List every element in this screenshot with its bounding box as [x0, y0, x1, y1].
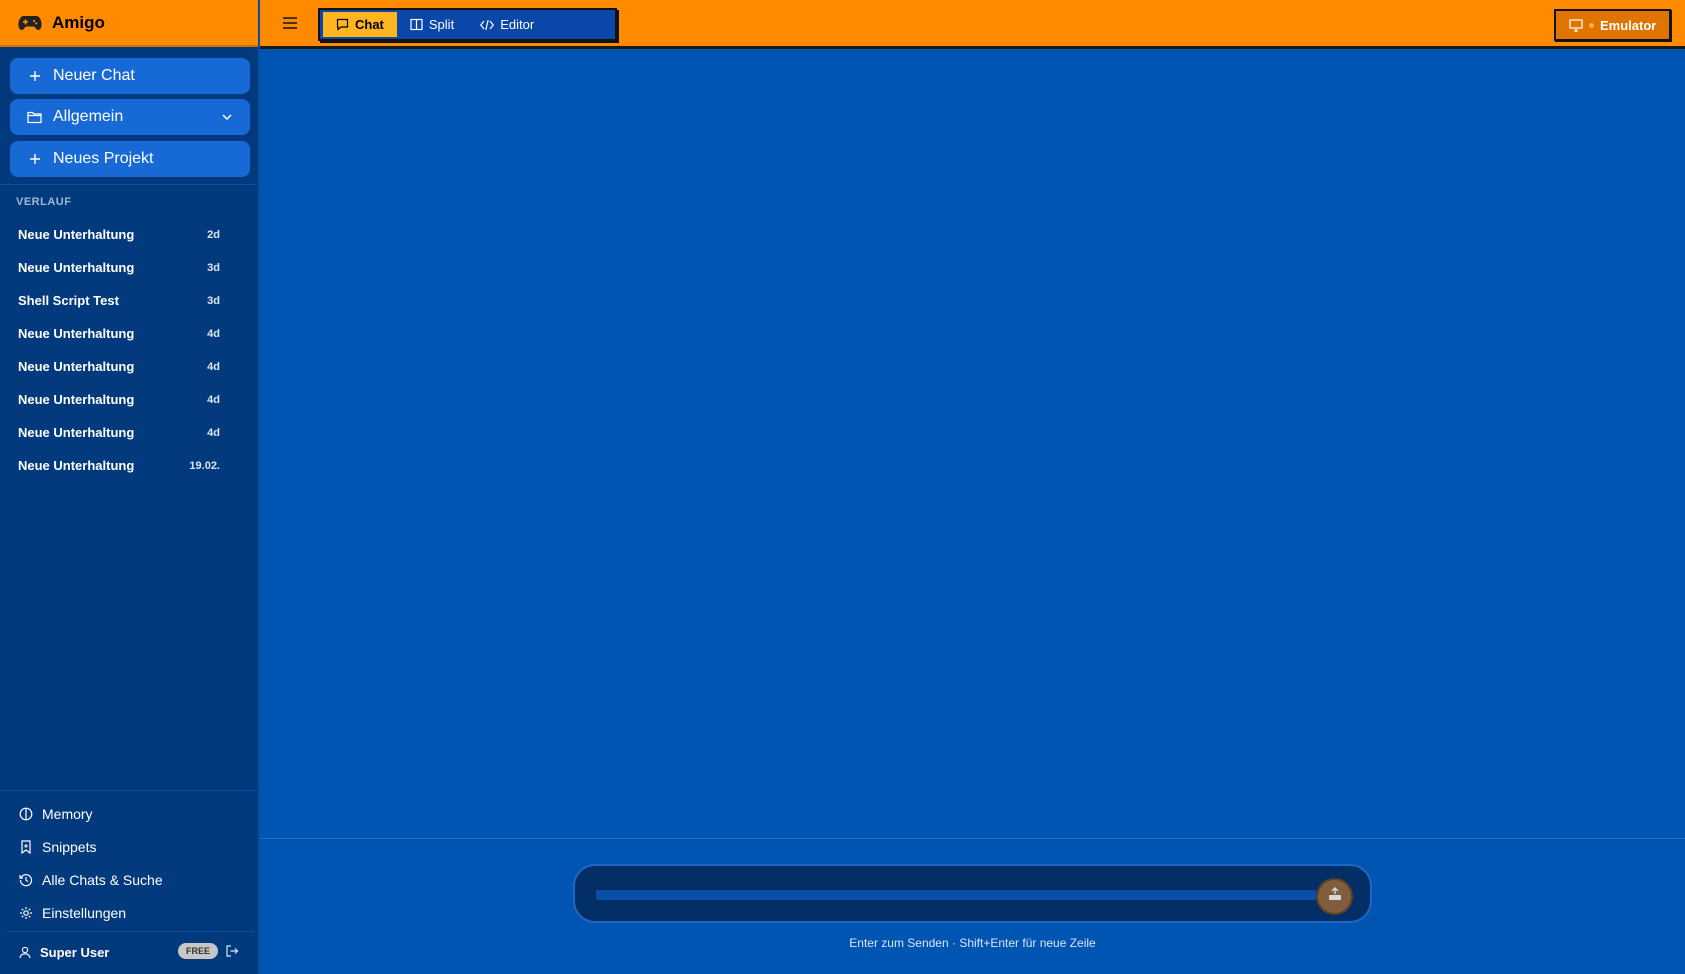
- history-item[interactable]: Shell Script Test 3d: [0, 284, 259, 317]
- history-item[interactable]: Neue Unterhaltung 4d: [0, 416, 259, 449]
- nav-memory-label: Memory: [42, 805, 93, 822]
- tab-chat[interactable]: Chat: [323, 12, 397, 37]
- tab-editor-label: Editor: [500, 17, 535, 32]
- user-name: Super User: [40, 944, 110, 960]
- user-icon: [19, 946, 31, 959]
- app-title: Amigo: [52, 12, 105, 32]
- new-project-button[interactable]: Neues Projekt: [10, 141, 250, 177]
- nav-memory[interactable]: Memory: [0, 797, 259, 830]
- divider: [0, 790, 259, 791]
- view-mode-switch: Chat Split Editor: [318, 8, 617, 41]
- status-dot: [1589, 22, 1594, 28]
- tab-chat-label: Chat: [355, 17, 384, 32]
- hamburger-menu-icon[interactable]: [282, 16, 298, 30]
- send-icon: [1327, 887, 1343, 906]
- chevron-down-icon: [221, 110, 233, 128]
- plus-icon: [27, 70, 43, 82]
- emulator-button[interactable]: Emulator: [1554, 9, 1671, 41]
- emulator-label: Emulator: [1600, 17, 1657, 33]
- history-item[interactable]: Neue Unterhaltung 4d: [0, 383, 259, 416]
- brand-header[interactable]: Amigo: [0, 0, 258, 47]
- tab-split-label: Split: [428, 17, 455, 32]
- history-item-time: 4d: [207, 426, 220, 439]
- history-item-title: Neue Unterhaltung: [18, 359, 135, 374]
- gamepad-icon: [18, 13, 42, 33]
- history-item[interactable]: Neue Unterhaltung 4d: [0, 317, 259, 350]
- divider: [6, 931, 254, 932]
- chat-bubble-icon: [336, 18, 349, 31]
- bookmark-icon: [19, 839, 33, 854]
- memory-icon: [19, 807, 33, 821]
- new-chat-label: Neuer Chat: [53, 67, 135, 84]
- history-item-title: Shell Script Test: [18, 293, 119, 308]
- history-item[interactable]: Neue Unterhaltung 19.02.: [0, 449, 259, 482]
- history-item-time: 2d: [207, 228, 220, 241]
- split-view-icon: [410, 18, 423, 31]
- history-item[interactable]: Neue Unterhaltung 2d: [0, 218, 259, 251]
- message-composer: [573, 864, 1372, 923]
- tab-editor[interactable]: Editor: [467, 12, 547, 37]
- new-project-label: Neues Projekt: [53, 150, 154, 167]
- nav-snippets-label: Snippets: [42, 838, 97, 855]
- history-item-title: Neue Unterhaltung: [18, 326, 135, 341]
- history-item-time: 3d: [207, 294, 220, 307]
- history-item-title: Neue Unterhaltung: [18, 458, 135, 473]
- bottom-nav: Memory Snippets Alle Chats & Suche Einst…: [0, 797, 259, 929]
- nav-snippets[interactable]: Snippets: [0, 830, 259, 863]
- history-item-title: Neue Unterhaltung: [18, 392, 135, 407]
- history-list: Neue Unterhaltung 2d Neue Unterhaltung 3d …: [0, 218, 259, 482]
- composer-hint: Enter zum Senden · Shift+Enter für neue …: [849, 936, 1096, 950]
- nav-all-chats[interactable]: Alle Chats & Suche: [0, 863, 259, 896]
- monitor-icon: [1569, 18, 1583, 32]
- top-bar: Chat Split Editor Emulator: [260, 0, 1685, 49]
- logout-icon[interactable]: [225, 944, 239, 958]
- history-label: VERLAUF: [16, 196, 72, 208]
- chat-area: [260, 49, 1685, 839]
- history-item-time: 4d: [207, 360, 220, 373]
- new-chat-button[interactable]: Neuer Chat: [10, 58, 250, 94]
- message-input[interactable]: [596, 890, 1316, 900]
- folder-icon: [27, 110, 43, 124]
- history-item-title: Neue Unterhaltung: [18, 227, 135, 242]
- tab-split[interactable]: Split: [397, 12, 467, 37]
- gear-icon: [19, 906, 33, 920]
- history-icon: [19, 873, 33, 887]
- history-item-title: Neue Unterhaltung: [18, 425, 135, 440]
- sidebar: Amigo Neuer Chat Allgemein Neues Projekt…: [0, 0, 259, 974]
- nav-all-chats-label: Alle Chats & Suche: [42, 871, 163, 888]
- history-item-time: 4d: [207, 393, 220, 406]
- plus-icon: [27, 153, 43, 165]
- history-item[interactable]: Neue Unterhaltung 3d: [0, 251, 259, 284]
- code-icon: [480, 19, 495, 31]
- nav-settings[interactable]: Einstellungen: [0, 896, 259, 929]
- history-item-title: Neue Unterhaltung: [18, 260, 135, 275]
- divider: [260, 838, 1685, 839]
- nav-settings-label: Einstellungen: [42, 904, 127, 921]
- project-select-label: Allgemein: [53, 108, 124, 125]
- plan-badge: FREE: [178, 943, 219, 959]
- user-profile[interactable]: Super User FREE: [0, 936, 259, 968]
- send-button[interactable]: [1316, 878, 1353, 915]
- history-item-time: 19.02.: [189, 459, 220, 472]
- history-item-time: 4d: [207, 327, 220, 340]
- project-select[interactable]: Allgemein: [10, 99, 250, 135]
- history-item-time: 3d: [207, 261, 220, 274]
- divider: [0, 184, 259, 185]
- history-item[interactable]: Neue Unterhaltung 4d: [0, 350, 259, 383]
